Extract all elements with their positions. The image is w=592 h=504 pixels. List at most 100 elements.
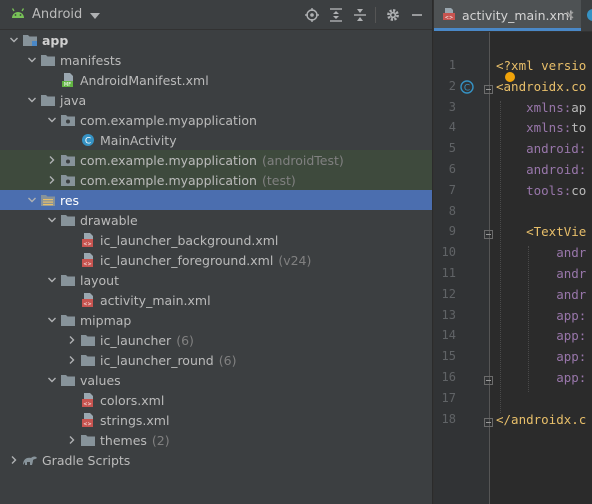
tree-row[interactable]: <> ic_launcher_background.xml (0, 230, 432, 250)
svg-text:<>: <> (445, 15, 453, 21)
chevron-right-icon[interactable] (44, 170, 60, 190)
folder-icon (60, 272, 76, 288)
xml-file-icon: <> (80, 232, 96, 248)
chevron-down-icon[interactable] (44, 310, 60, 330)
indent-guide (528, 246, 529, 392)
tree-row[interactable]: Gradle Scripts (0, 450, 432, 470)
tree-row[interactable]: ic_launcher (6) (0, 330, 432, 350)
tree-row[interactable]: <> colors.xml (0, 390, 432, 410)
tree-row[interactable]: com.example.myapplication (androidTest) (0, 150, 432, 170)
code-line: andr (496, 245, 586, 260)
tree-row[interactable]: java (0, 90, 432, 110)
package-icon (60, 172, 76, 188)
tree-row[interactable]: values (0, 370, 432, 390)
android-icon (10, 7, 26, 22)
chevron-down-icon[interactable] (44, 110, 60, 130)
chevron-down-icon[interactable] (24, 190, 40, 210)
tree-item-label: themes (100, 432, 147, 448)
chevron-right-icon[interactable] (64, 430, 80, 450)
code-token: ap (571, 99, 587, 115)
folder-icon (40, 52, 56, 68)
code-token: android: (496, 162, 587, 177)
package-icon (60, 152, 76, 168)
tree-item-qualifier: (v24) (278, 252, 312, 268)
chevron-down-icon[interactable] (44, 210, 60, 230)
tree-row[interactable]: com.example.myapplication (0, 110, 432, 130)
locate-icon[interactable] (301, 4, 323, 26)
tree-item-label: Gradle Scripts (42, 452, 131, 468)
gradle-icon (22, 452, 38, 468)
tree-row[interactable]: com.example.myapplication (test) (0, 170, 432, 190)
tree-item-label: layout (80, 272, 120, 288)
line-number: 3 (448, 99, 456, 114)
manifest-file-icon: MF (60, 72, 76, 88)
line-number: 18 (441, 411, 456, 426)
editor-gutter: 1 2 3 4 5 6 7 8 9 10 11 12 13 14 15 16 17 18 C (434, 32, 493, 504)
chevron-right-icon[interactable] (64, 350, 80, 370)
tree-row[interactable]: app (0, 30, 432, 50)
code-token: android: (496, 141, 587, 157)
chevron-down-icon[interactable] (44, 370, 60, 390)
editor-pane: <> activity_main.xml 1 2 3 4 5 6 7 8 9 10 11 12 13 14… (433, 0, 592, 504)
code-line: andr (496, 287, 586, 302)
tab-activity-main[interactable]: <> activity_main.xml (434, 0, 581, 31)
tree-row[interactable]: themes (2) (0, 430, 432, 450)
code-token: andr (496, 286, 587, 302)
intention-bulb-icon[interactable] (504, 71, 516, 86)
tree-item-qualifier: (androidTest) (261, 152, 344, 168)
tree-row[interactable]: ic_launcher_round (6) (0, 350, 432, 370)
class-icon[interactable]: C (460, 80, 474, 97)
tree-item-label: ic_launcher (100, 332, 172, 348)
hide-panel-icon[interactable] (406, 4, 428, 26)
line-number: 2 (448, 78, 456, 93)
panel-toolbar-icons (299, 0, 428, 30)
close-icon[interactable] (564, 9, 576, 21)
chevron-down-icon[interactable] (24, 90, 40, 110)
collapse-all-icon[interactable] (349, 4, 371, 26)
tree-row[interactable]: <> activity_main.xml (0, 290, 432, 310)
chevron-down-icon[interactable] (6, 30, 22, 50)
tree-item-label: values (80, 372, 121, 388)
chevron-right-icon[interactable] (44, 150, 60, 170)
tree-row[interactable]: layout (0, 270, 432, 290)
code-token: app: (496, 328, 587, 344)
tree-row[interactable]: drawable (0, 210, 432, 230)
tree-item-label: java (60, 92, 87, 108)
tree-row[interactable]: MF AndroidManifest.xml (0, 70, 432, 90)
chevron-right-icon[interactable] (64, 330, 80, 350)
line-number: 5 (448, 141, 456, 156)
class-icon[interactable] (586, 8, 592, 25)
code-token: xmlns: (496, 99, 572, 115)
line-number: 15 (441, 349, 456, 364)
res-folder-icon (40, 192, 56, 208)
code-line: app: (496, 308, 586, 323)
package-icon (60, 112, 76, 128)
line-number: 12 (441, 286, 456, 301)
chevron-down-icon[interactable] (24, 50, 40, 70)
code-area[interactable]: <?xml versio <androidx.co xmlns:ap xmlns:… (492, 32, 592, 504)
folder-icon (80, 352, 96, 368)
svg-text:<>: <> (83, 302, 91, 308)
folder-icon (60, 372, 76, 388)
expand-all-icon[interactable] (325, 4, 347, 26)
settings-icon[interactable] (382, 4, 404, 26)
tree-item-label: AndroidManifest.xml (80, 72, 209, 88)
toolbar-divider (375, 7, 376, 23)
tree-row[interactable]: <> strings.xml (0, 410, 432, 430)
chevron-right-icon[interactable] (6, 450, 22, 470)
tree-row[interactable]: res (0, 190, 432, 210)
tree-row[interactable]: mipmap (0, 310, 432, 330)
line-number: 10 (441, 245, 456, 260)
chevron-down-icon[interactable] (44, 270, 60, 290)
code-token: co (571, 182, 587, 198)
class-icon: C (80, 132, 96, 148)
tree-row[interactable]: manifests (0, 50, 432, 70)
view-selector-dropdown[interactable]: Android (0, 0, 101, 29)
tree-row[interactable]: <> ic_launcher_foreground.xml (v24) (0, 250, 432, 270)
tree-row[interactable]: C MainActivity (0, 130, 432, 150)
svg-text:MF: MF (64, 82, 71, 87)
tree-item-label: MainActivity (100, 132, 177, 148)
